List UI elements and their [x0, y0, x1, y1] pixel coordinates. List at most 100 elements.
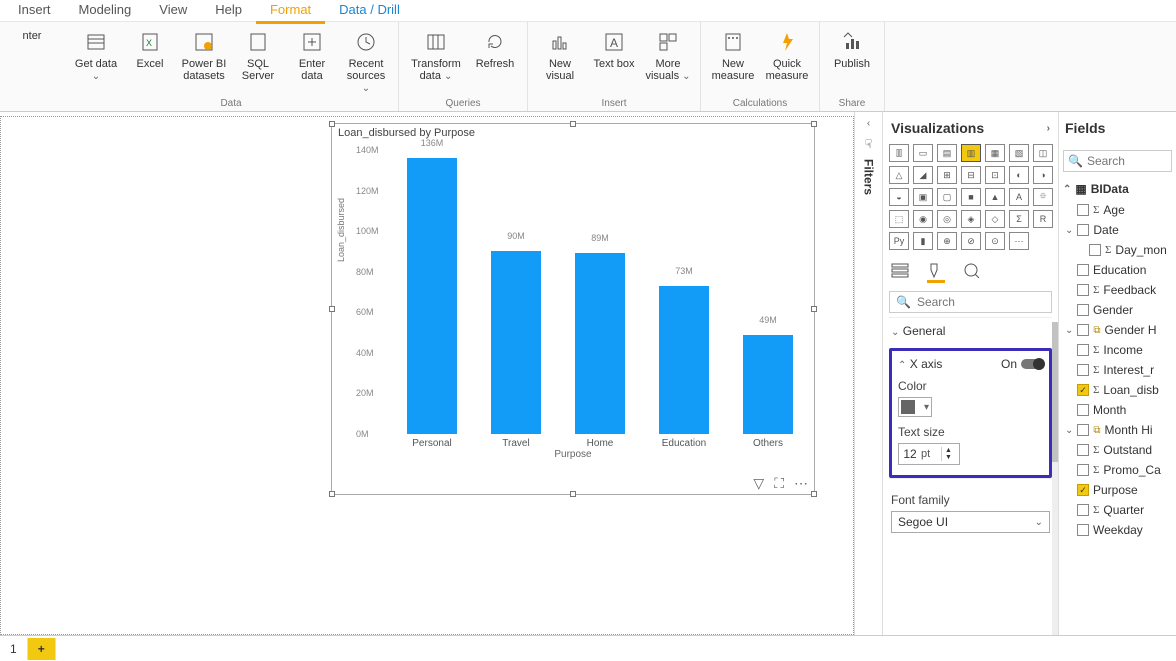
field-row[interactable]: ΣInterest_r	[1063, 360, 1172, 380]
resize-handle[interactable]	[811, 491, 817, 497]
analytics-tab[interactable]	[963, 262, 981, 283]
spinner-down-icon[interactable]: ▼	[945, 454, 952, 461]
recent-sources-button[interactable]: Recent sources ⌄	[342, 26, 390, 95]
viz-type-icon[interactable]: Σ	[1009, 210, 1029, 228]
field-row[interactable]: ⌄⧉Gender H	[1063, 320, 1172, 340]
viz-type-icon[interactable]: ⊘	[961, 232, 981, 250]
more-visuals-button[interactable]: More visuals ⌄	[644, 26, 692, 83]
table-header[interactable]: ⌃ ▦ BIData	[1063, 178, 1172, 200]
xaxis-section-header[interactable]: ⌃ X axis On	[898, 357, 1043, 371]
field-row[interactable]: ΣQuarter	[1063, 500, 1172, 520]
field-checkbox[interactable]	[1077, 304, 1089, 316]
quick-measure-button[interactable]: Quick measure	[763, 26, 811, 82]
viz-type-icon[interactable]: ◎	[937, 210, 957, 228]
viz-type-icon[interactable]: ⋯	[1009, 232, 1029, 250]
field-checkbox[interactable]	[1077, 204, 1089, 216]
report-canvas[interactable]: Loan_disbursed by Purpose Loan_disbursed…	[0, 116, 854, 635]
viz-type-icon[interactable]: ◑	[1033, 166, 1053, 184]
viz-type-icon[interactable]: ◐	[1009, 166, 1029, 184]
text-box-button[interactable]: A Text box	[590, 26, 638, 83]
tab-data-drill[interactable]: Data / Drill	[325, 0, 414, 21]
fields-tab[interactable]	[891, 262, 909, 283]
bar[interactable]	[743, 335, 793, 434]
viz-type-icon[interactable]: ▧	[1009, 144, 1029, 162]
viz-type-icon[interactable]: ▲	[985, 188, 1005, 206]
expand-icon[interactable]: ⌄	[1065, 225, 1073, 236]
field-checkbox[interactable]	[1077, 344, 1089, 356]
tab-help[interactable]: Help	[201, 0, 256, 21]
field-row[interactable]: Education	[1063, 260, 1172, 280]
viz-type-icon[interactable]: ◒	[889, 188, 909, 206]
text-size-spinner[interactable]: 12 pt ▲▼	[898, 443, 960, 465]
viz-type-icon[interactable]: ◇	[985, 210, 1005, 228]
viz-type-icon[interactable]: ⊙	[985, 232, 1005, 250]
field-row[interactable]: Month	[1063, 400, 1172, 420]
field-row[interactable]: ✓Purpose	[1063, 480, 1172, 500]
viz-type-icon[interactable]: ▥	[961, 144, 981, 162]
resize-handle[interactable]	[570, 491, 576, 497]
format-tab[interactable]	[927, 262, 945, 283]
field-checkbox[interactable]	[1077, 224, 1089, 236]
field-checkbox[interactable]	[1077, 464, 1089, 476]
tab-modeling[interactable]: Modeling	[65, 0, 146, 21]
field-row[interactable]: Weekday	[1063, 520, 1172, 540]
viz-type-icon[interactable]: ⊟	[961, 166, 981, 184]
viz-type-icon[interactable]: ⯐	[1033, 188, 1053, 206]
field-checkbox[interactable]	[1077, 424, 1089, 436]
viz-type-icon[interactable]: △	[889, 166, 909, 184]
bar[interactable]	[575, 253, 625, 434]
new-measure-button[interactable]: New measure	[709, 26, 757, 82]
format-search-input[interactable]	[917, 295, 1045, 309]
tab-view[interactable]: View	[145, 0, 201, 21]
resize-handle[interactable]	[329, 491, 335, 497]
field-row[interactable]: ⌄⧉Month Hi	[1063, 420, 1172, 440]
field-row[interactable]: ΣPromo_Ca	[1063, 460, 1172, 480]
field-row[interactable]: ΣFeedback	[1063, 280, 1172, 300]
spinner-up-icon[interactable]: ▲	[945, 447, 952, 454]
field-row[interactable]: ΣAge	[1063, 200, 1172, 220]
field-checkbox[interactable]	[1077, 404, 1089, 416]
bar[interactable]	[659, 286, 709, 434]
resize-handle[interactable]	[329, 306, 335, 312]
pbi-datasets-button[interactable]: Power BI datasets	[180, 26, 228, 95]
viz-type-icon[interactable]: ■	[961, 188, 981, 206]
scrollbar-thumb[interactable]	[1052, 322, 1058, 462]
page-tab-1[interactable]: 1	[0, 638, 28, 660]
viz-type-icon[interactable]: A	[1009, 188, 1029, 206]
field-checkbox[interactable]	[1077, 364, 1089, 376]
viz-type-icon[interactable]: ▮	[913, 232, 933, 250]
transform-data-button[interactable]: Transform data ⌄	[407, 26, 465, 83]
field-row[interactable]: Gender	[1063, 300, 1172, 320]
field-row[interactable]: ✓ΣLoan_disb	[1063, 380, 1172, 400]
viz-type-icon[interactable]: ◈	[961, 210, 981, 228]
format-search[interactable]: 🔍	[889, 291, 1052, 313]
sql-server-button[interactable]: SQL Server	[234, 26, 282, 95]
bar[interactable]	[491, 251, 541, 434]
fields-search[interactable]: 🔍	[1063, 150, 1172, 172]
viz-type-icon[interactable]: ▣	[913, 188, 933, 206]
field-checkbox[interactable]: ✓	[1077, 484, 1089, 496]
field-row[interactable]: ΣDay_mon	[1063, 240, 1172, 260]
field-checkbox[interactable]	[1077, 504, 1089, 516]
expand-icon[interactable]: ⌄	[1065, 425, 1073, 436]
field-checkbox[interactable]	[1089, 244, 1101, 256]
viz-type-icon[interactable]: ⊞	[937, 166, 957, 184]
viz-type-icon[interactable]: ⊡	[985, 166, 1005, 184]
resize-handle[interactable]	[811, 121, 817, 127]
general-section-header[interactable]: ⌄ General	[891, 324, 1050, 338]
field-row[interactable]: ΣOutstand	[1063, 440, 1172, 460]
viz-type-icon[interactable]: Py	[889, 232, 909, 250]
field-checkbox[interactable]	[1077, 264, 1089, 276]
viz-type-icon[interactable]: ◉	[913, 210, 933, 228]
more-options-icon[interactable]: ⋯	[794, 475, 808, 492]
field-checkbox[interactable]	[1077, 284, 1089, 296]
tab-insert[interactable]: Insert	[4, 0, 65, 21]
scrollbar[interactable]	[1052, 322, 1058, 635]
resize-handle[interactable]	[811, 306, 817, 312]
excel-button[interactable]: X Excel	[126, 26, 174, 95]
publish-button[interactable]: Publish	[828, 26, 876, 70]
viz-type-icon[interactable]: R	[1033, 210, 1053, 228]
viz-type-icon[interactable]: ⊕	[937, 232, 957, 250]
field-checkbox[interactable]	[1077, 324, 1089, 336]
chevron-left-icon[interactable]: ‹	[867, 118, 870, 129]
